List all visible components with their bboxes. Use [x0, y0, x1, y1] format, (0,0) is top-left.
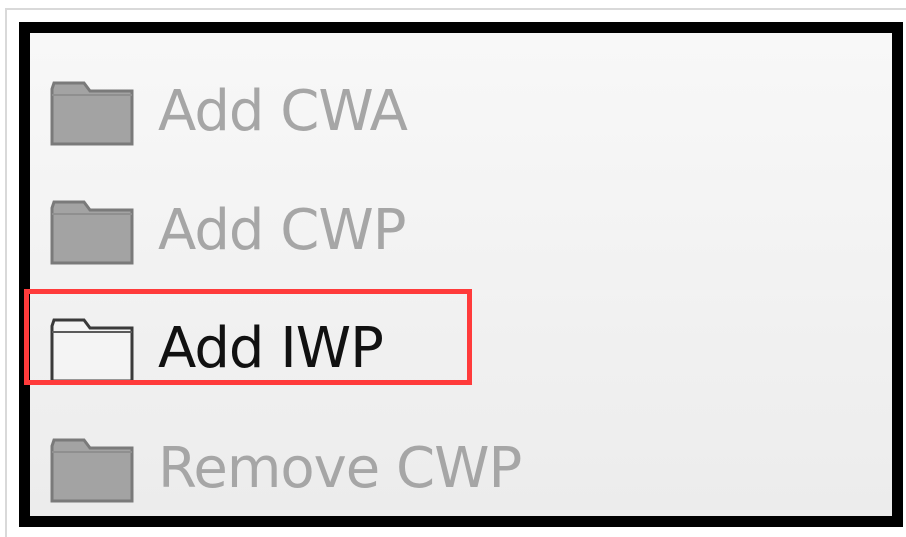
menu-item-label: Add IWP	[158, 316, 384, 381]
context-menu: Add CWA Add CWP Add IWP Remove CWP	[19, 22, 903, 527]
menu-item-add-iwp[interactable]: Add IWP	[50, 303, 384, 395]
menu-item-add-cwp[interactable]: Add CWP	[50, 185, 406, 277]
folder-icon	[50, 318, 134, 383]
menu-item-remove-cwp[interactable]: Remove CWP	[50, 423, 522, 515]
menu-item-label: Add CWP	[158, 198, 406, 263]
menu-item-add-cwa[interactable]: Add CWA	[50, 66, 408, 158]
screenshot-page: Add CWA Add CWP Add IWP Remove CWP	[0, 0, 906, 537]
folder-icon	[50, 200, 134, 265]
menu-item-label: Remove CWP	[158, 436, 522, 501]
folder-icon	[50, 438, 134, 503]
menu-item-label: Add CWA	[158, 79, 408, 144]
folder-icon	[50, 81, 134, 146]
